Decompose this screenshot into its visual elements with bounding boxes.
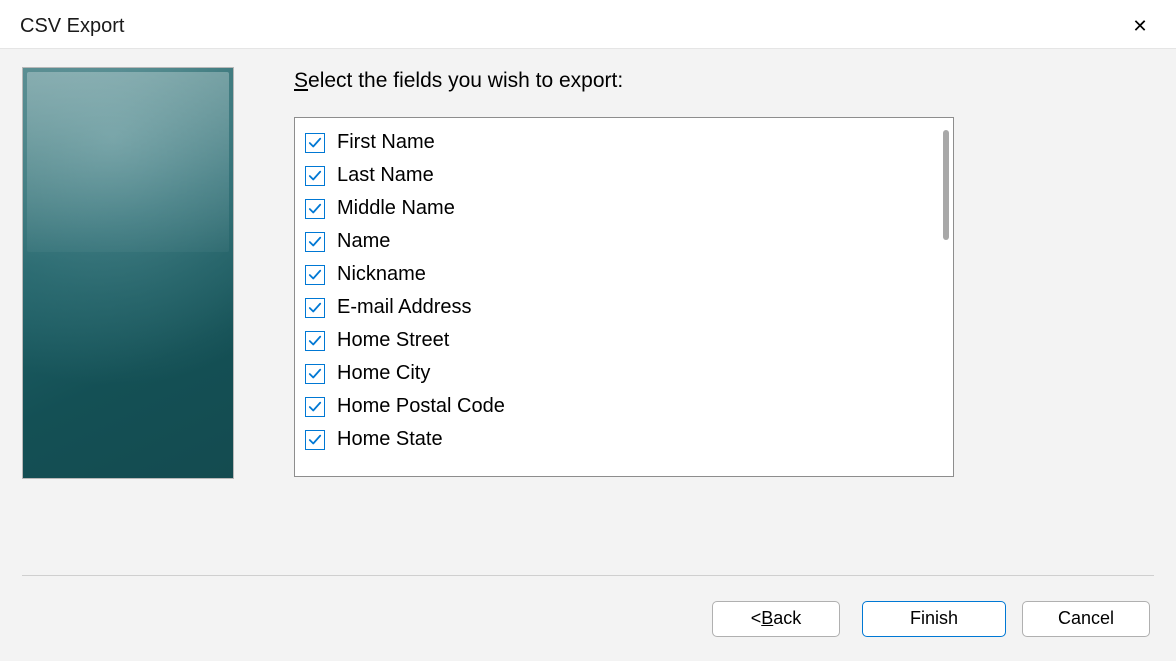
field-label: Name <box>337 230 390 253</box>
title-bar: CSV Export ✕ <box>0 0 1176 48</box>
field-row[interactable]: Home Street <box>305 324 943 357</box>
dialog-title: CSV Export <box>20 15 124 38</box>
field-label: E-mail Address <box>337 296 472 319</box>
field-checkbox[interactable] <box>305 265 325 285</box>
content-area: Select the fields you wish to export: Fi… <box>0 48 1176 576</box>
field-checkbox[interactable] <box>305 199 325 219</box>
field-label: Middle Name <box>337 197 455 220</box>
field-label: Nickname <box>337 263 426 286</box>
field-row[interactable]: Home City <box>305 357 943 390</box>
field-label: Home State <box>337 428 443 451</box>
field-checkbox[interactable] <box>305 331 325 351</box>
field-checkbox[interactable] <box>305 364 325 384</box>
field-checkbox[interactable] <box>305 232 325 252</box>
field-row[interactable]: Nickname <box>305 258 943 291</box>
wizard-decorative-panel <box>22 67 234 479</box>
field-checkbox[interactable] <box>305 298 325 318</box>
button-bar: < Back Finish Cancel <box>0 576 1176 661</box>
close-icon: ✕ <box>1132 16 1147 37</box>
field-label: Home Street <box>337 329 449 352</box>
footer-separator <box>22 575 1154 576</box>
instruction-label: Select the fields you wish to export: <box>294 69 1154 93</box>
field-checkbox[interactable] <box>305 133 325 153</box>
field-row[interactable]: Home Postal Code <box>305 390 943 423</box>
field-label: Home City <box>337 362 430 385</box>
field-label: Last Name <box>337 164 434 187</box>
field-checkbox[interactable] <box>305 430 325 450</box>
field-row[interactable]: Last Name <box>305 159 943 192</box>
field-row[interactable]: E-mail Address <box>305 291 943 324</box>
fields-listbox[interactable]: First Name Last Name Middle Name Name Nickna… <box>294 117 954 477</box>
scrollbar-thumb[interactable] <box>943 130 949 240</box>
field-row[interactable]: Home State <box>305 423 943 456</box>
close-button[interactable]: ✕ <box>1120 10 1160 42</box>
wizard-main-panel: Select the fields you wish to export: Fi… <box>294 67 1154 558</box>
field-label: Home Postal Code <box>337 395 505 418</box>
back-button[interactable]: < Back <box>712 601 840 637</box>
field-checkbox[interactable] <box>305 397 325 417</box>
field-checkbox[interactable] <box>305 166 325 186</box>
field-row[interactable]: Name <box>305 225 943 258</box>
cancel-button[interactable]: Cancel <box>1022 601 1150 637</box>
field-label: First Name <box>337 131 435 154</box>
field-row[interactable]: First Name <box>305 126 943 159</box>
field-row[interactable]: Middle Name <box>305 192 943 225</box>
finish-button[interactable]: Finish <box>862 601 1006 637</box>
